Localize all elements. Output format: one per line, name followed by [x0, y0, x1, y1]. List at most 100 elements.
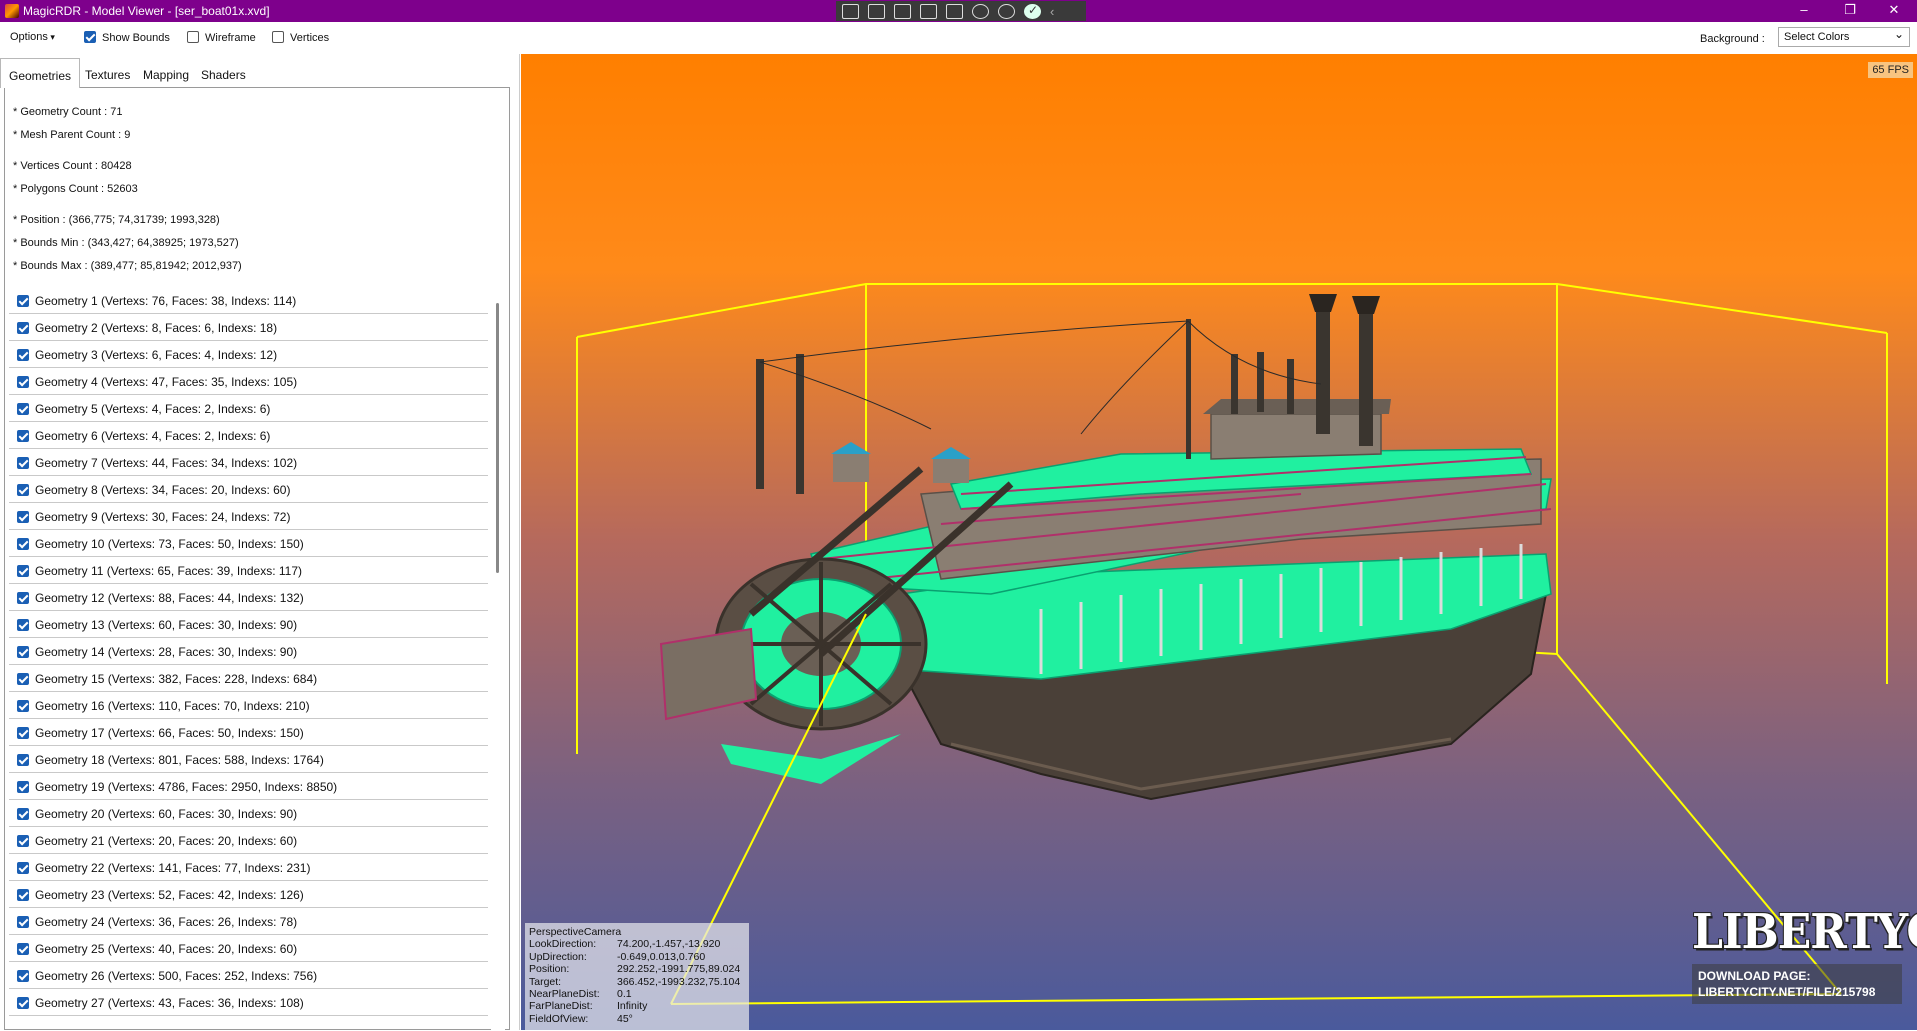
geometry-checkbox[interactable] — [17, 511, 29, 523]
geometry-label: Geometry 17 (Vertexs: 66, Faces: 50, Ind… — [35, 726, 304, 740]
list-item[interactable]: Geometry 6 (Vertexs: 4, Faces: 2, Indexs… — [9, 422, 488, 449]
background-select[interactable]: Select Colors — [1778, 27, 1910, 47]
cursor-icon[interactable] — [894, 3, 911, 19]
geometry-checkbox[interactable] — [17, 970, 29, 982]
geometry-checkbox[interactable] — [17, 916, 29, 928]
geometry-checkbox[interactable] — [17, 565, 29, 577]
camera-row: NearPlaneDist: 0.1 — [529, 988, 745, 1000]
bounds-min-value: * Bounds Min : (343,427; 64,38925; 1973,… — [13, 237, 239, 249]
list-item[interactable]: Geometry 21 (Vertexs: 20, Faces: 20, Ind… — [9, 827, 488, 854]
vertices-checkbox[interactable] — [272, 31, 284, 43]
list-item[interactable]: Geometry 5 (Vertexs: 4, Faces: 2, Indexs… — [9, 395, 488, 422]
geometry-checkbox[interactable] — [17, 862, 29, 874]
options-menu[interactable]: Options — [10, 31, 55, 43]
camera-icon[interactable] — [868, 3, 885, 19]
list-item[interactable]: Geometry 2 (Vertexs: 8, Faces: 6, Indexs… — [9, 314, 488, 341]
geometry-checkbox[interactable] — [17, 457, 29, 469]
geometry-checkbox[interactable] — [17, 403, 29, 415]
list-item[interactable]: Geometry 23 (Vertexs: 52, Faces: 42, Ind… — [9, 881, 488, 908]
geometry-checkbox[interactable] — [17, 700, 29, 712]
list-item[interactable]: Geometry 22 (Vertexs: 141, Faces: 77, In… — [9, 854, 488, 881]
check-icon[interactable] — [1024, 3, 1041, 19]
geometry-checkbox[interactable] — [17, 619, 29, 631]
geometry-label: Geometry 11 (Vertexs: 65, Faces: 39, Ind… — [35, 564, 303, 578]
geometry-checkbox[interactable] — [17, 322, 29, 334]
geometry-label: Geometry 15 (Vertexs: 382, Faces: 228, I… — [35, 672, 318, 686]
vertices-toggle[interactable]: Vertices — [272, 31, 329, 44]
list-item[interactable]: Geometry 15 (Vertexs: 382, Faces: 228, I… — [9, 665, 488, 692]
left-panel: Geometries Textures Mapping Shaders * Ge… — [0, 54, 520, 1031]
geometry-checkbox[interactable] — [17, 673, 29, 685]
camera-value: 366.452,-1993.232,75.104 — [617, 975, 741, 988]
geometry-checkbox[interactable] — [17, 646, 29, 658]
screenshot-icon[interactable] — [842, 3, 859, 19]
list-item[interactable]: Geometry 1 (Vertexs: 76, Faces: 38, Inde… — [9, 287, 488, 314]
geometry-checkbox[interactable] — [17, 727, 29, 739]
model-viewport[interactable]: 65 FPS PerspectiveCamera LookDirection: 7… — [521, 54, 1917, 1030]
geometry-checkbox[interactable] — [17, 295, 29, 307]
list-item[interactable]: Geometry 26 (Vertexs: 500, Faces: 252, I… — [9, 962, 488, 989]
smokestack-right — [1359, 306, 1373, 446]
tab-shaders[interactable]: Shaders — [193, 58, 254, 88]
list-item[interactable]: Geometry 9 (Vertexs: 30, Faces: 24, Inde… — [9, 503, 488, 530]
show-bounds-toggle[interactable]: Show Bounds — [84, 31, 170, 44]
bounds-max-value: * Bounds Max : (389,477; 85,81942; 2012,… — [13, 260, 242, 272]
list-item[interactable]: Geometry 24 (Vertexs: 36, Faces: 26, Ind… — [9, 908, 488, 935]
geometry-checkbox[interactable] — [17, 349, 29, 361]
geometry-checkbox[interactable] — [17, 430, 29, 442]
geometry-checkbox[interactable] — [17, 754, 29, 766]
position-value: * Position : (366,775; 74,31739; 1993,32… — [13, 214, 220, 226]
geometry-label: Geometry 2 (Vertexs: 8, Faces: 6, Indexs… — [35, 321, 278, 335]
geometry-checkbox[interactable] — [17, 835, 29, 847]
list-item[interactable]: Geometry 25 (Vertexs: 40, Faces: 20, Ind… — [9, 935, 488, 962]
list-item[interactable]: Geometry 19 (Vertexs: 4786, Faces: 2950,… — [9, 773, 488, 800]
scrollbar-thumb[interactable] — [496, 303, 499, 573]
list-item[interactable]: Geometry 8 (Vertexs: 34, Faces: 20, Inde… — [9, 476, 488, 503]
tab-geometries[interactable]: Geometries — [0, 58, 81, 88]
wireframe-toggle[interactable]: Wireframe — [187, 31, 256, 44]
close-button[interactable]: ✕ — [1871, 0, 1917, 22]
download-url: LIBERTYCITY.NET/FILE/215798 — [1698, 985, 1876, 999]
chevron-left-icon[interactable]: ‹ — [1050, 4, 1054, 19]
select-icon[interactable] — [920, 3, 937, 19]
geometry-checkbox[interactable] — [17, 943, 29, 955]
geometry-checkbox[interactable] — [17, 376, 29, 388]
tab-mapping[interactable]: Mapping — [135, 58, 197, 88]
camera-info-panel: PerspectiveCamera LookDirection: 74.200,-… — [525, 923, 749, 1030]
touch-icon[interactable] — [946, 3, 963, 19]
list-item[interactable]: Geometry 7 (Vertexs: 44, Faces: 34, Inde… — [9, 449, 488, 476]
geometry-label: Geometry 10 (Vertexs: 73, Faces: 50, Ind… — [35, 537, 304, 551]
geometry-list-scrollbar[interactable] — [491, 287, 505, 1031]
maximize-button[interactable]: ❐ — [1827, 0, 1873, 22]
camera-value: 45° — [617, 1012, 633, 1025]
camera-key: UpDirection: — [529, 950, 587, 963]
list-item[interactable]: Geometry 27 (Vertexs: 43, Faces: 36, Ind… — [9, 989, 488, 1016]
geometry-checkbox[interactable] — [17, 808, 29, 820]
geometry-checkbox[interactable] — [17, 538, 29, 550]
list-item[interactable]: Geometry 4 (Vertexs: 47, Faces: 35, Inde… — [9, 368, 488, 395]
list-item[interactable]: Geometry 16 (Vertexs: 110, Faces: 70, In… — [9, 692, 488, 719]
list-item[interactable]: Geometry 18 (Vertexs: 801, Faces: 588, I… — [9, 746, 488, 773]
headset-icon[interactable] — [972, 3, 989, 19]
list-item[interactable]: Geometry 13 (Vertexs: 60, Faces: 30, Ind… — [9, 611, 488, 638]
geometry-checkbox[interactable] — [17, 781, 29, 793]
accessibility-icon[interactable] — [998, 3, 1015, 19]
list-item[interactable]: Geometry 14 (Vertexs: 28, Faces: 30, Ind… — [9, 638, 488, 665]
list-item[interactable]: Geometry 10 (Vertexs: 73, Faces: 50, Ind… — [9, 530, 488, 557]
tab-textures[interactable]: Textures — [77, 58, 138, 88]
geometry-checkbox[interactable] — [17, 592, 29, 604]
list-item[interactable]: Geometry 17 (Vertexs: 66, Faces: 50, Ind… — [9, 719, 488, 746]
minimize-button[interactable]: – — [1781, 0, 1827, 22]
list-item[interactable]: Geometry 12 (Vertexs: 88, Faces: 44, Ind… — [9, 584, 488, 611]
geometry-checkbox[interactable] — [17, 997, 29, 1009]
list-item[interactable]: Geometry 20 (Vertexs: 60, Faces: 30, Ind… — [9, 800, 488, 827]
wireframe-checkbox[interactable] — [187, 31, 199, 43]
show-bounds-checkbox[interactable] — [84, 31, 96, 43]
list-item[interactable]: Geometry 11 (Vertexs: 65, Faces: 39, Ind… — [9, 557, 488, 584]
geometry-label: Geometry 20 (Vertexs: 60, Faces: 30, Ind… — [35, 807, 298, 821]
geometry-checkbox[interactable] — [17, 889, 29, 901]
geometry-checkbox[interactable] — [17, 484, 29, 496]
geometry-label: Geometry 12 (Vertexs: 88, Faces: 44, Ind… — [35, 591, 304, 605]
list-item[interactable]: Geometry 3 (Vertexs: 6, Faces: 4, Indexs… — [9, 341, 488, 368]
geometry-label: Geometry 25 (Vertexs: 40, Faces: 20, Ind… — [35, 942, 298, 956]
